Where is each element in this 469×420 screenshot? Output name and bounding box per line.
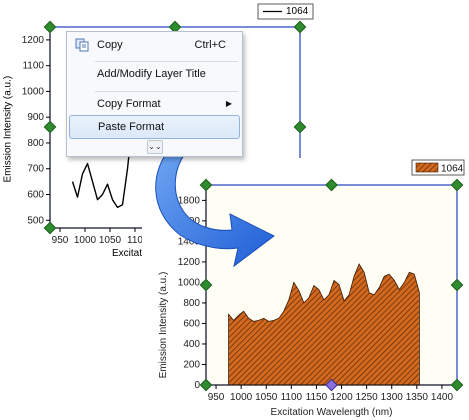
top-y-axis-label: Emission Intensity (a.u.) — [2, 75, 14, 183]
bottom-legend-swatch — [415, 162, 439, 173]
top-x-tick-label: 1050 — [99, 235, 122, 246]
top-legend-label: 1064 — [286, 6, 309, 17]
menu-item-label: Add/Modify Layer Title — [97, 68, 206, 80]
top-y-tick-label: 900 — [27, 112, 44, 123]
top-x-tick-label: 950 — [52, 235, 69, 246]
menu-item-label: Copy — [97, 39, 123, 51]
bottom-y-tick-label: 400 — [183, 339, 200, 350]
bottom-x-tick-label: 1400 — [431, 392, 454, 403]
bottom-legend-label: 1064 — [441, 164, 464, 175]
copy-icon — [75, 38, 89, 52]
menu-item-label: Copy Format — [97, 98, 161, 110]
bottom-x-tick-label: 1050 — [255, 392, 278, 403]
menu-item-paste-format[interactable]: Paste Format — [69, 115, 240, 139]
bottom-x-tick-label: 1000 — [230, 392, 253, 403]
bottom-y-tick-label: 0 — [194, 380, 200, 391]
bottom-y-axis-label: Emission Intensity (a.u.) — [158, 272, 169, 379]
menu-item-copy[interactable]: Copy Ctrl+C — [69, 34, 240, 56]
menu-item-copy-format[interactable]: Copy Format ▶ — [69, 93, 240, 115]
selection-handle — [43, 120, 57, 134]
bottom-y-tick-label: 600 — [183, 318, 200, 329]
top-y-tick-label: 1100 — [22, 61, 44, 72]
menu-separator — [95, 61, 238, 62]
bottom-x-tick-label: 1150 — [306, 392, 328, 403]
bottom-x-tick-label: 1250 — [356, 392, 379, 403]
bottom-y-tick-label: 200 — [183, 359, 200, 370]
menu-item-shortcut: Ctrl+C — [194, 39, 226, 51]
menu-item-label: Paste Format — [98, 121, 165, 133]
bottom-x-tick-label: 1300 — [381, 392, 404, 403]
bottom-y-tick-label: 1000 — [178, 277, 201, 288]
bottom-x-tick-label: 950 — [208, 392, 225, 403]
bottom-x-tick-label: 1200 — [330, 392, 353, 403]
selection-handle — [293, 120, 307, 134]
top-y-tick-label: 600 — [27, 190, 44, 201]
top-x-tick-label: 1000 — [74, 235, 97, 246]
selection-handle — [43, 20, 57, 34]
top-y-tick-label: 500 — [27, 215, 44, 226]
curved-arrow-icon — [155, 145, 275, 268]
context-menu: Copy Ctrl+C Add/Modify Layer Title Copy … — [66, 31, 243, 157]
menu-separator — [95, 91, 238, 92]
submenu-arrow-icon: ▶ — [225, 99, 232, 108]
top-y-tick-label: 800 — [27, 138, 44, 149]
menu-item-add-modify-layer-title[interactable]: Add/Modify Layer Title — [69, 63, 240, 85]
bottom-x-tick-label: 1100 — [281, 392, 303, 403]
top-y-tick-label: 1000 — [22, 86, 45, 97]
double-chevron-down-icon[interactable]: ⌄⌄ — [147, 140, 163, 154]
bottom-x-axis-label: Excitation Wavelength (nm) — [271, 407, 393, 418]
bottom-y-tick-label: 800 — [183, 298, 200, 309]
selection-handle — [43, 221, 57, 235]
bottom-x-tick-label: 1350 — [406, 392, 429, 403]
top-y-tick-label: 700 — [27, 164, 44, 175]
selection-handle — [293, 20, 307, 34]
top-y-tick-label: 1200 — [22, 35, 45, 46]
